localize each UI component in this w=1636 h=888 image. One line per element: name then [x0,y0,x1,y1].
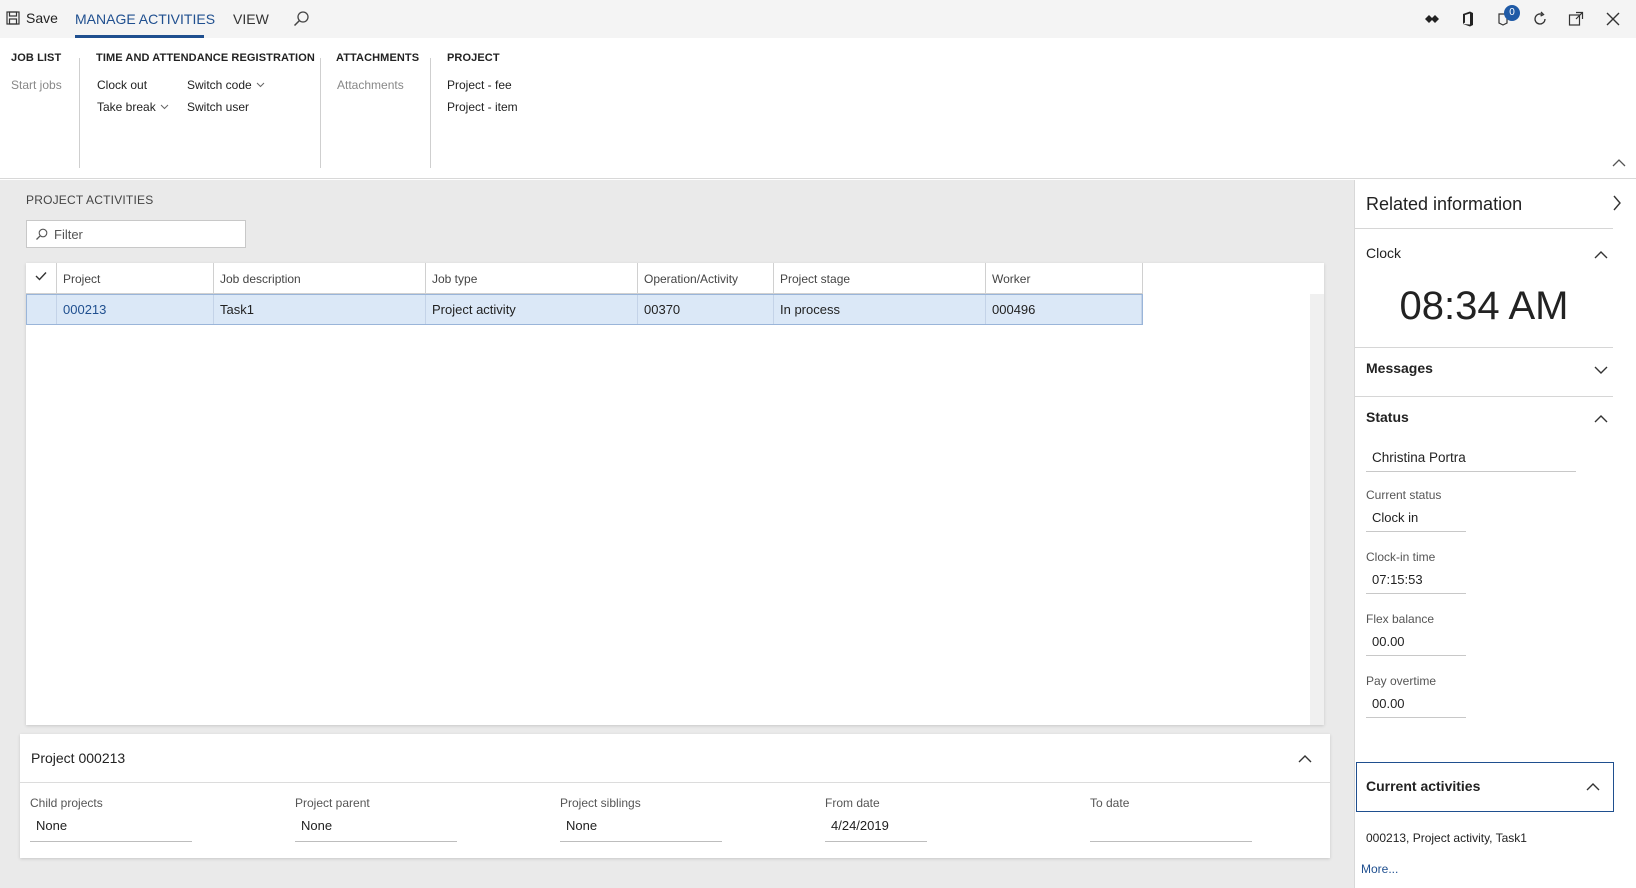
current-status-field: Clock in [1366,506,1466,532]
flex-balance-label: Flex balance [1366,612,1435,626]
chevron-right-icon[interactable] [1612,194,1622,212]
ribbon-separator [320,58,321,168]
close-icon[interactable] [1604,10,1622,28]
project-item-button[interactable]: Project - item [447,100,518,114]
project-parent-label: Project parent [295,796,370,810]
select-all-checkbox[interactable] [26,263,57,294]
search-icon [36,228,48,240]
switch-user-button[interactable]: Switch user [187,100,249,114]
cell-worker[interactable]: 000496 [986,295,1142,324]
divider [20,782,1330,783]
divider [1355,347,1613,348]
project-card-title: Project 000213 [31,750,126,766]
row-selector[interactable] [27,295,57,324]
collapse-ribbon-icon[interactable] [1612,158,1626,168]
take-break-label: Take break [97,100,156,114]
chevron-down-icon[interactable] [1594,365,1608,375]
pay-overtime-label: Pay overtime [1366,674,1437,688]
action-pane-ribbon: JOB LIST Start jobs TIME AND ATTENDANCE … [0,38,1636,179]
switch-code-label: Switch code [187,78,252,92]
status-heading[interactable]: Status [1366,409,1409,425]
clock-in-time-label: Clock-in time [1366,550,1436,564]
grid-header: Project Job description Job type Operati… [26,263,1143,294]
from-date-field[interactable]: 4/24/2019 [825,818,927,842]
related-information-pane: Related information Clock 08:34 AM Messa… [1354,180,1636,888]
ribbon-heading-job-list: JOB LIST [11,52,62,64]
tab-view[interactable]: VIEW [233,11,269,27]
cell-project-stage[interactable]: In process [774,295,986,324]
chevron-up-icon[interactable] [1298,754,1312,764]
activities-grid: Project Job description Job type Operati… [26,263,1324,725]
child-projects-field[interactable]: None [30,818,192,842]
take-break-button[interactable]: Take break [97,100,169,114]
action-bar: Save MANAGE ACTIVITIES VIEW 0 [0,0,1636,38]
notification-count-badge: 0 [1504,5,1520,21]
column-header-operation-activity[interactable]: Operation/Activity [638,263,774,294]
filter-placeholder: Filter [54,226,83,242]
clock-heading[interactable]: Clock [1366,245,1401,261]
clock-time: 08:34 AM [1399,284,1569,328]
tab-manage-activities[interactable]: MANAGE ACTIVITIES [75,11,215,27]
project-details-card: Project 000213 Child projects None Proje… [20,734,1330,858]
cell-job-description[interactable]: Task1 [214,295,426,324]
save-icon [6,11,20,25]
project-fee-button[interactable]: Project - fee [447,78,512,92]
table-row[interactable]: 000213 Task1 Project activity 00370 In p… [26,294,1143,325]
attachments-button[interactable]: Attachments [337,78,404,92]
open-new-window-icon[interactable] [1567,10,1585,28]
column-header-job-description[interactable]: Job description [214,263,426,294]
clock-out-button[interactable]: Clock out [97,78,147,92]
column-header-project[interactable]: Project [57,263,214,294]
project-parent-field[interactable]: None [295,818,457,842]
column-header-project-stage[interactable]: Project stage [774,263,986,294]
project-siblings-label: Project siblings [560,796,641,810]
project-siblings-field[interactable]: None [560,818,722,842]
chevron-down-icon [160,104,169,110]
to-date-field[interactable] [1090,818,1252,842]
diamond-link-icon[interactable] [1423,10,1441,28]
more-link[interactable]: More... [1361,862,1398,876]
filter-input[interactable]: Filter [26,220,246,248]
switch-code-button[interactable]: Switch code [187,78,265,92]
grid-scrollbar[interactable] [1310,294,1324,725]
divider [1355,228,1613,229]
ribbon-heading-time-attendance: TIME AND ATTENDANCE REGISTRATION [96,52,315,64]
divider [1355,396,1613,397]
save-label: Save [26,10,58,26]
ribbon-separator [79,58,80,168]
save-button[interactable]: Save [6,10,58,26]
main-workspace: PROJECT ACTIVITIES Filter Project Job de… [0,180,1354,888]
ribbon-heading-project: PROJECT [447,52,500,64]
chevron-up-icon[interactable] [1586,782,1600,792]
ribbon-separator [430,58,431,168]
refresh-icon[interactable] [1531,10,1549,28]
search-icon[interactable] [292,10,310,28]
current-activities-header[interactable]: Current activities [1356,762,1614,812]
column-header-job-type[interactable]: Job type [426,263,638,294]
flex-balance-field: 00.00 [1366,630,1466,656]
current-activities-heading: Current activities [1366,778,1481,794]
related-information-title: Related information [1366,194,1523,214]
start-jobs-button[interactable]: Start jobs [11,78,62,92]
worker-name-field: Christina Portra [1366,446,1576,472]
child-projects-label: Child projects [30,796,103,810]
current-status-label: Current status [1366,488,1442,502]
office-icon[interactable] [1459,10,1477,28]
cell-job-type[interactable]: Project activity [426,295,638,324]
pay-overtime-field: 00.00 [1366,692,1466,718]
to-date-label: To date [1090,796,1130,810]
section-label-project-activities: PROJECT ACTIVITIES [26,193,154,207]
chevron-up-icon[interactable] [1594,250,1608,260]
cell-project[interactable]: 000213 [57,295,214,324]
clock-in-time-field: 07:15:53 [1366,568,1466,594]
chevron-up-icon[interactable] [1594,414,1608,424]
cell-operation-activity[interactable]: 00370 [638,295,774,324]
column-header-worker[interactable]: Worker [986,263,1143,294]
current-activity-text: 000213, Project activity, Task1 [1366,831,1527,845]
checkmark-icon [35,272,47,281]
chevron-down-icon [256,82,265,88]
messages-heading[interactable]: Messages [1366,360,1433,376]
from-date-label: From date [825,796,880,810]
ribbon-heading-attachments: ATTACHMENTS [336,52,420,64]
